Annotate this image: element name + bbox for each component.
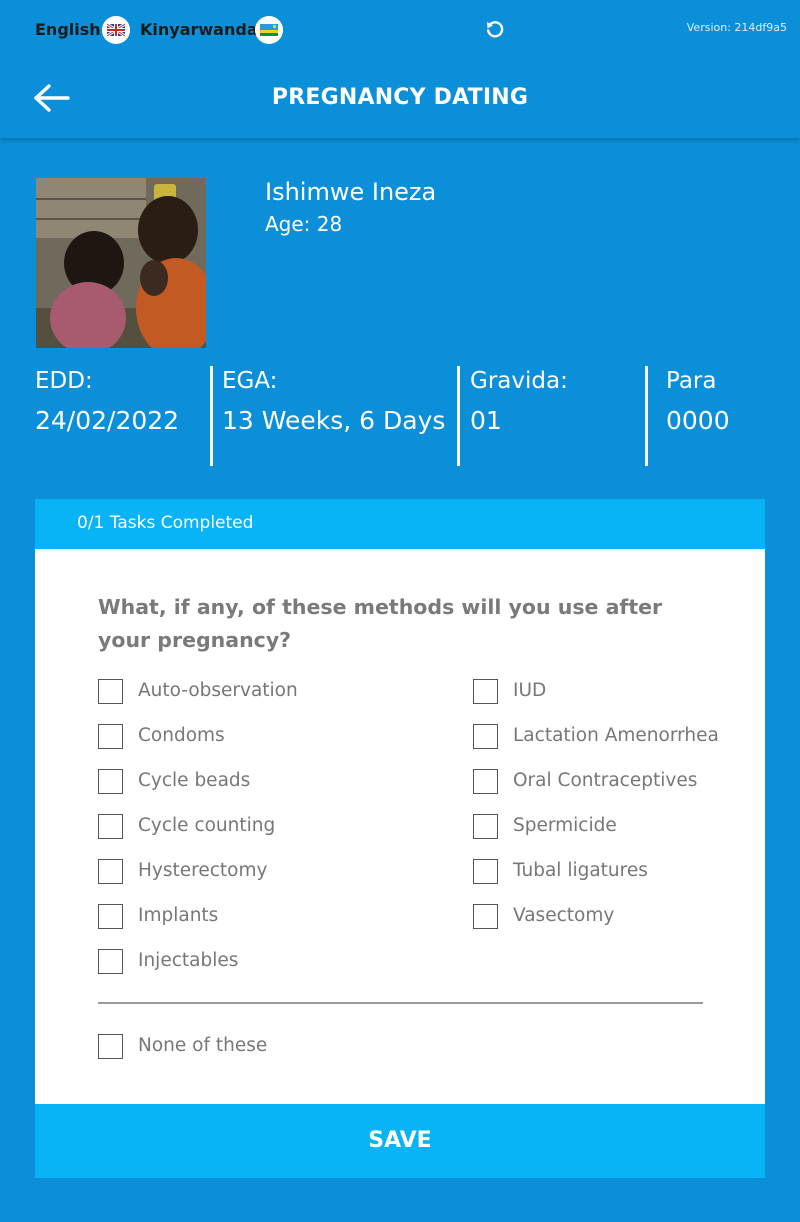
stat-ega: EGA: 13 Weeks, 6 Days <box>222 366 445 466</box>
checkbox-box[interactable] <box>473 814 498 839</box>
checkbox-label: Condoms <box>138 725 225 746</box>
question-text: What, if any, of these methods will you … <box>98 595 663 652</box>
stat-value: 13 Weeks, 6 Days <box>222 406 446 435</box>
patient-photo <box>36 178 206 348</box>
checkbox-label: Implants <box>138 905 219 926</box>
checkbox-label: Vasectomy <box>513 905 615 926</box>
checkbox-box[interactable] <box>473 679 498 704</box>
checkbox-label: Oral Contraceptives <box>513 770 698 791</box>
checkbox-label: Lactation Amenorrhea <box>513 725 719 746</box>
checkbox-box[interactable] <box>98 1034 123 1059</box>
checkbox-box[interactable] <box>473 859 498 884</box>
top-bar: English Kinyarwanda Version: 214df9a5 <box>0 0 800 60</box>
question-card: 0/1 Tasks Completed What, if any, of the… <box>35 499 765 1178</box>
patient-name: Ishimwe Ineza <box>265 178 437 206</box>
stat-value: 0000 <box>666 406 730 435</box>
checkbox-label: IUD <box>513 680 547 701</box>
app-header: PREGNANCY DATING <box>0 60 800 138</box>
stat-edd: EDD: 24/02/2022 <box>35 366 179 466</box>
checkbox-box[interactable] <box>98 724 123 749</box>
tasks-completed-label: 0/1 Tasks Completed <box>77 513 254 533</box>
stat-divider <box>645 366 648 466</box>
stat-divider <box>210 366 213 466</box>
save-button[interactable]: SAVE <box>35 1104 765 1178</box>
language-kinyarwanda[interactable]: Kinyarwanda <box>140 20 258 39</box>
checkbox-box[interactable] <box>98 814 123 839</box>
stat-para: Para 0000 <box>666 366 730 466</box>
version-label: Version: 214df9a5 <box>686 21 787 34</box>
page-title: PREGNANCY DATING <box>271 85 529 110</box>
checkbox-box[interactable] <box>473 769 498 794</box>
checkbox-label: Injectables <box>138 950 239 971</box>
language-english[interactable]: English <box>35 20 101 39</box>
checkbox-label: Cycle beads <box>138 770 251 791</box>
save-button-label: SAVE <box>368 1128 432 1153</box>
stat-label: EGA: <box>222 368 278 394</box>
options-divider <box>98 1002 703 1004</box>
checkbox-label: Hysterectomy <box>138 860 268 881</box>
patient-age: Age: 28 <box>265 212 343 236</box>
checkbox-box[interactable] <box>473 724 498 749</box>
tasks-banner: 0/1 Tasks Completed <box>35 499 765 549</box>
stat-value: 24/02/2022 <box>35 406 180 435</box>
refresh-icon[interactable] <box>484 18 506 40</box>
checkbox-label: Spermicide <box>513 815 617 836</box>
stat-gravida: Gravida: 01 <box>470 366 568 466</box>
checkbox-label: Auto-observation <box>138 680 298 701</box>
checkbox-label: Cycle counting <box>138 815 276 836</box>
checkbox-box[interactable] <box>98 859 123 884</box>
stat-divider <box>457 366 460 466</box>
checkbox-label: None of these <box>138 1035 268 1056</box>
checkbox-box[interactable] <box>98 949 123 974</box>
checkbox-box[interactable] <box>98 769 123 794</box>
rwanda-flag-icon[interactable] <box>255 16 283 44</box>
uk-flag-icon[interactable] <box>102 16 130 44</box>
stat-label: Para <box>666 368 717 394</box>
checkbox-box[interactable] <box>98 679 123 704</box>
stat-label: EDD: <box>35 368 93 394</box>
checkbox-box[interactable] <box>98 904 123 929</box>
stat-label: Gravida: <box>470 368 568 394</box>
checkbox-label: Tubal ligatures <box>513 860 648 881</box>
checkbox-box[interactable] <box>473 904 498 929</box>
stat-value: 01 <box>470 406 502 435</box>
